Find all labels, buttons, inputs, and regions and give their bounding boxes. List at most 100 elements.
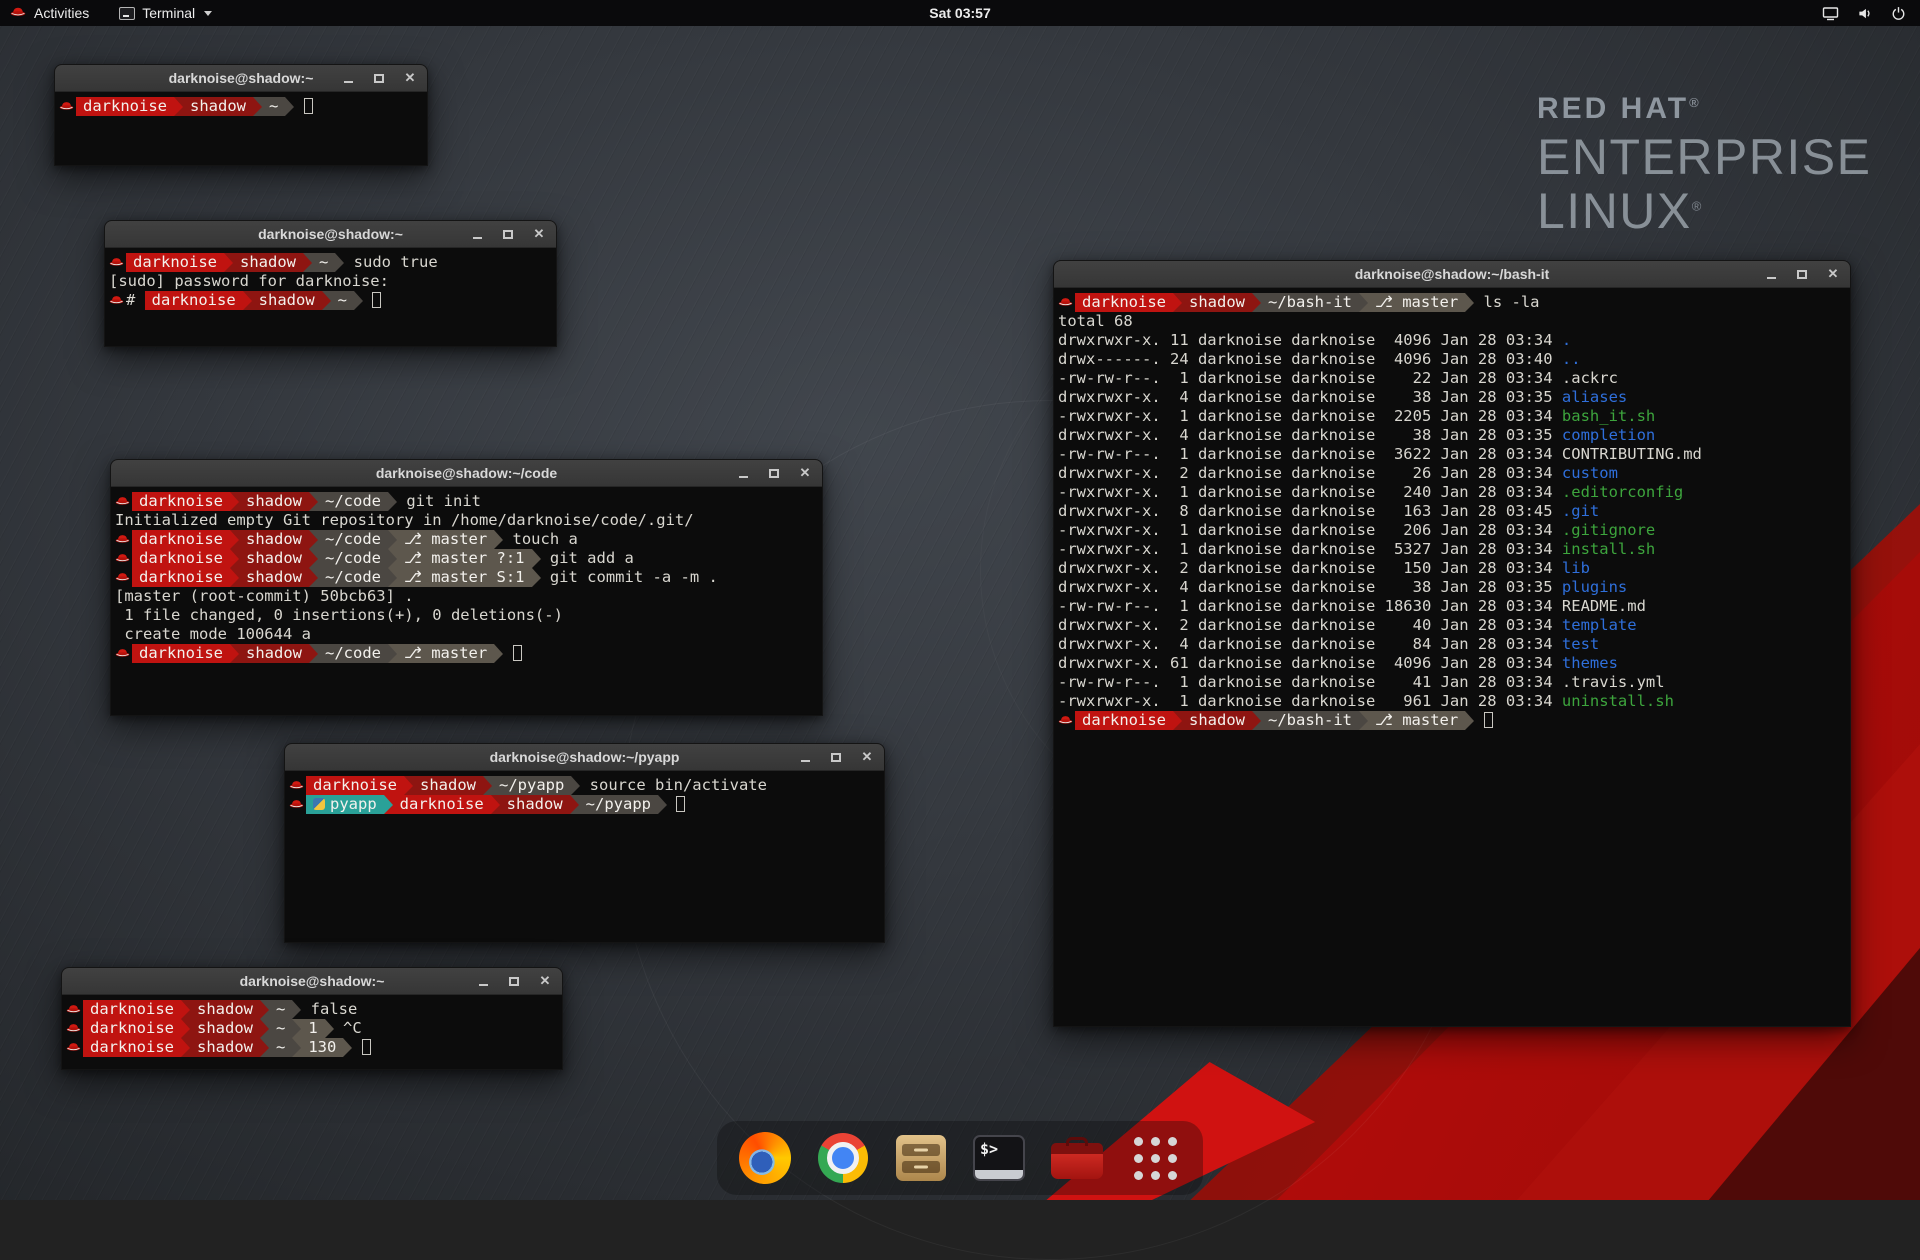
terminal-text: ^C	[334, 1019, 362, 1037]
terminal-line: drwxrwxr-x. 4 darknoise darknoise 38 Jan…	[1058, 578, 1846, 597]
redhat-logo-icon	[10, 5, 26, 21]
maximize-button[interactable]	[371, 70, 387, 86]
terminal-text	[1474, 711, 1483, 729]
prompt-segment: darknoise	[1075, 711, 1173, 730]
redhat-prompt-icon	[66, 1000, 83, 1019]
powerline-arrow	[309, 568, 318, 587]
minimize-button[interactable]	[469, 226, 485, 242]
close-button[interactable]: ✕	[859, 749, 875, 765]
titlebar[interactable]: darknoise@shadow:~ ✕	[105, 221, 556, 248]
maximize-button[interactable]	[828, 749, 844, 765]
minimize-button[interactable]	[340, 70, 356, 86]
terminal-content[interactable]: darknoiseshadow~/code git initInitialize…	[111, 487, 822, 715]
terminal-text: .	[1562, 331, 1571, 349]
activities-button[interactable]: Activities	[10, 5, 89, 21]
redhat-prompt-icon	[109, 253, 126, 272]
terminal-line: darknoiseshadow~/code⎇ master touch a	[115, 530, 818, 549]
terminal-text: drwxrwxr-x. 2 darknoise darknoise 40 Jan…	[1058, 616, 1562, 634]
titlebar[interactable]: darknoise@shadow:~ ✕	[62, 968, 562, 995]
redhat-prompt-icon	[66, 1038, 83, 1057]
terminal-text: git commit -a -m .	[541, 568, 718, 586]
powerline-arrow	[325, 1019, 334, 1038]
prompt-segment: ~	[269, 1019, 292, 1038]
terminal-text: drwxrwxr-x. 61 darknoise darknoise 4096 …	[1058, 654, 1562, 672]
maximize-button[interactable]	[500, 226, 516, 242]
prompt-segment: ~	[269, 1000, 292, 1019]
prompt-segment: shadow	[233, 253, 303, 272]
terminal-text: test	[1562, 635, 1599, 653]
powerline-arrow	[181, 1038, 190, 1057]
terminal-content[interactable]: darknoiseshadow~ sudo true[sudo] passwor…	[105, 248, 556, 346]
terminal-cursor	[362, 1039, 371, 1055]
terminal-text: -rwxrwxr-x. 1 darknoise darknoise 240 Ja…	[1058, 483, 1562, 501]
prompt-segment: ~	[312, 253, 335, 272]
files-icon[interactable]	[893, 1130, 949, 1186]
redhat-prompt-icon	[115, 549, 132, 568]
terminal-content[interactable]: darknoiseshadow~/bash-it⎇ master ls -lat…	[1054, 288, 1850, 1026]
prompt-segment: ⎇ master ?:1	[397, 549, 532, 568]
rhel-branding: RED HAT® ENTERPRISE LINUX®	[1537, 94, 1872, 236]
terminal-cursor	[304, 98, 313, 114]
terminal-text: -rw-rw-r--. 1 darknoise darknoise 41 Jan…	[1058, 673, 1665, 691]
volume-icon[interactable]	[1857, 6, 1873, 21]
terminal-content[interactable]: darknoiseshadow~ falsedarknoiseshadow~1 …	[62, 995, 562, 1069]
powerline-arrow	[1465, 293, 1474, 312]
prompt-segment: shadow	[1182, 711, 1252, 730]
redhat-prompt-icon	[1058, 293, 1075, 312]
powerline-arrow	[658, 795, 667, 814]
terminal-text: false	[301, 1000, 357, 1018]
terminal-icon[interactable]: $>	[971, 1130, 1027, 1186]
powerline-arrow	[491, 795, 500, 814]
terminal-line: drwxrwxr-x. 2 darknoise darknoise 150 Ja…	[1058, 559, 1846, 578]
close-button[interactable]: ✕	[537, 973, 553, 989]
terminal-line: darknoiseshadow~ false	[66, 1000, 558, 1019]
terminal-text	[503, 644, 512, 662]
powerline-arrow	[1252, 711, 1261, 730]
prompt-segment: shadow	[1182, 293, 1252, 312]
prompt-segment: shadow	[239, 568, 309, 587]
clock[interactable]: Sat 03:57	[929, 5, 990, 21]
titlebar[interactable]: darknoise@shadow:~/code ✕	[111, 460, 822, 487]
terminal-text: drwxrwxr-x. 4 darknoise darknoise 38 Jan…	[1058, 578, 1562, 596]
close-button[interactable]: ✕	[531, 226, 547, 242]
maximize-button[interactable]	[1794, 266, 1810, 282]
prompt-segment: darknoise	[306, 776, 404, 795]
close-button[interactable]: ✕	[797, 465, 813, 481]
terminal-content[interactable]: darknoiseshadow~	[55, 92, 427, 165]
minimize-button[interactable]	[1763, 266, 1779, 282]
titlebar[interactable]: darknoise@shadow:~/pyapp ✕	[285, 744, 884, 771]
close-button[interactable]: ✕	[402, 70, 418, 86]
firefox-icon[interactable]	[737, 1130, 793, 1186]
app-grid-icon[interactable]	[1127, 1130, 1183, 1186]
chrome-icon[interactable]	[815, 1130, 871, 1186]
titlebar[interactable]: darknoise@shadow:~/bash-it ✕	[1054, 261, 1850, 288]
terminal-text: drwx------. 24 darknoise darknoise 4096 …	[1058, 350, 1562, 368]
powerline-arrow	[260, 1000, 269, 1019]
maximize-button[interactable]	[506, 973, 522, 989]
prompt-segment: ⎇ master	[1368, 293, 1465, 312]
terminal-line: darknoiseshadow~1 ^C	[66, 1019, 558, 1038]
display-icon[interactable]	[1822, 6, 1839, 21]
maximize-button[interactable]	[766, 465, 782, 481]
app-menu[interactable]: Terminal	[119, 5, 212, 21]
minimize-button[interactable]	[735, 465, 751, 481]
powerline-arrow	[230, 492, 239, 511]
prompt-segment: darknoise	[83, 1038, 181, 1057]
minimize-button[interactable]	[475, 973, 491, 989]
powerline-arrow	[230, 549, 239, 568]
prompt-segment: darknoise	[83, 1019, 181, 1038]
toolbox-icon[interactable]	[1049, 1130, 1105, 1186]
redhat-prompt-icon	[289, 795, 306, 814]
powerline-arrow	[230, 568, 239, 587]
terminal-line: darknoiseshadow~	[59, 97, 423, 116]
terminal-content[interactable]: darknoiseshadow~/pyapp source bin/activa…	[285, 771, 884, 942]
close-button[interactable]: ✕	[1825, 266, 1841, 282]
minimize-button[interactable]	[797, 749, 813, 765]
terminal-text: drwxrwxr-x. 2 darknoise darknoise 26 Jan…	[1058, 464, 1562, 482]
prompt-segment: shadow	[413, 776, 483, 795]
titlebar[interactable]: darknoise@shadow:~ ✕	[55, 65, 427, 92]
powerline-arrow	[570, 795, 579, 814]
prompt-segment: shadow	[500, 795, 570, 814]
power-icon[interactable]	[1891, 6, 1906, 21]
terminal-text: -rw-rw-r--. 1 darknoise darknoise 22 Jan…	[1058, 369, 1618, 387]
